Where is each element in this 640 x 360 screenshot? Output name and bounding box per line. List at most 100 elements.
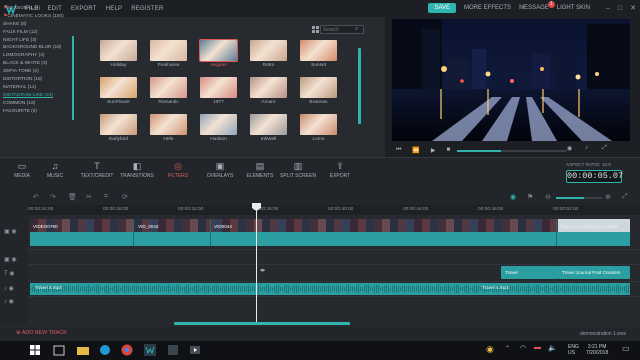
save-button[interactable]: SAVE xyxy=(428,3,457,13)
filter-item[interactable]: Lomo xyxy=(300,114,337,142)
tray-app-icon[interactable]: ◉ xyxy=(486,344,494,355)
tool-elements[interactable]: ▤ ELEMENTS xyxy=(240,161,280,179)
tool-overlays[interactable]: ▣ OVERLAYS xyxy=(200,161,240,179)
preview-progress-bar[interactable] xyxy=(457,150,567,152)
filter-item[interactable]: Sunset xyxy=(300,40,337,68)
menu-help[interactable]: HELP xyxy=(106,6,122,12)
category-item[interactable]: ⚑SEASONAL (4) xyxy=(3,5,71,13)
language-indicator[interactable]: ENG US xyxy=(568,344,579,356)
more-effects-link[interactable]: MORE EFFECTS xyxy=(464,5,511,11)
close-icon[interactable]: ✕ xyxy=(630,4,636,12)
category-item[interactable]: LOMOGRAPHY (4) xyxy=(3,52,71,60)
calendar-icon[interactable] xyxy=(52,343,66,357)
menu-register[interactable]: REGISTER xyxy=(131,6,163,12)
render-icon[interactable]: ◉ xyxy=(510,193,516,201)
category-item[interactable]: MATERIAL (11) xyxy=(3,84,71,92)
category-item[interactable]: ⚑CINEMATIC LOOKS (100) xyxy=(3,13,71,21)
message-link[interactable]: MESSAGE 1 xyxy=(519,1,555,11)
filter-item[interactable]: Holiday xyxy=(100,40,137,68)
video-clip[interactable] xyxy=(30,219,630,246)
fullscreen-icon[interactable]: ⤢ xyxy=(602,145,607,152)
filter-item[interactable]: Freshview xyxy=(150,40,187,68)
category-label: INSTAGRAM-LIKE (24) xyxy=(3,92,54,98)
filter-item[interactable]: Romantic xyxy=(150,77,187,105)
undo-icon[interactable]: ↶ xyxy=(33,193,39,201)
cut-icon[interactable]: ✂ xyxy=(86,193,92,201)
maximize-icon[interactable]: □ xyxy=(618,5,622,12)
filter-label: Retro xyxy=(262,63,275,68)
media-player-icon[interactable] xyxy=(188,343,202,357)
playhead[interactable] xyxy=(256,205,257,322)
playhead-handle-icon[interactable] xyxy=(252,203,261,211)
filter-item[interactable]: Brannan xyxy=(300,77,337,105)
timeline-scrollbar[interactable] xyxy=(174,322,350,325)
tool-transitions[interactable]: ◧ TRANSITIONS xyxy=(117,161,157,179)
library-scrollbar[interactable] xyxy=(358,48,361,124)
category-item[interactable]: SEPIA TONE (2) xyxy=(3,68,71,76)
tool-export[interactable]: ⇪ EXPORT xyxy=(320,161,360,179)
chrome-icon[interactable] xyxy=(120,343,134,357)
filter-item[interactable]: Aegean xyxy=(199,39,238,68)
category-item[interactable]: BLACK & WHITE (3) xyxy=(3,60,71,68)
delete-icon[interactable]: 🗑 xyxy=(68,193,77,201)
volume-icon[interactable]: ♪ xyxy=(585,145,588,151)
category-scrollbar[interactable] xyxy=(72,36,74,120)
zoom-out-icon[interactable]: ⊖ xyxy=(545,193,551,201)
category-item[interactable]: FAUX FILM (12) xyxy=(3,29,71,37)
menu-export[interactable]: EXPORT xyxy=(71,6,97,12)
windows-start-icon[interactable] xyxy=(28,343,42,357)
stop-icon[interactable]: ■ xyxy=(447,147,451,153)
category-item[interactable]: SHAKE (8) xyxy=(3,21,71,29)
clock[interactable]: 3:21 PM 7/20/2018 xyxy=(586,344,608,356)
category-item[interactable]: BACKGROUND BLUR (16) xyxy=(3,44,71,52)
filter-item[interactable]: Hudson xyxy=(200,114,237,142)
filter-thumbnail xyxy=(300,40,337,61)
audio-clip[interactable] xyxy=(30,283,630,295)
crop-icon[interactable]: ⌗ xyxy=(104,193,108,201)
wifi-icon[interactable]: ◠ xyxy=(520,344,526,352)
category-item[interactable]: COMMON (16) xyxy=(3,100,71,108)
zoom-in-icon[interactable]: ⊕ xyxy=(605,193,611,201)
zoom-slider[interactable] xyxy=(556,197,602,199)
redo-icon[interactable]: ↷ xyxy=(50,193,56,201)
marker-icon[interactable]: ⚑ xyxy=(527,193,533,201)
light-skin-link[interactable]: LIGHT SKIN xyxy=(557,5,590,11)
fit-icon[interactable]: ⤢ xyxy=(622,193,628,201)
skip-back-icon[interactable]: ⏮ xyxy=(396,147,401,154)
filter-item[interactable]: Retro xyxy=(250,40,287,68)
filter-item[interactable]: Earlybird xyxy=(100,114,137,142)
category-item[interactable]: NIGHT LIFE (3) xyxy=(3,37,71,45)
filmora-taskbar-icon[interactable] xyxy=(143,343,157,357)
category-item[interactable]: DISTORTION (18) xyxy=(3,76,71,84)
add-new-track-button[interactable]: ⊕ ADD NEW TRACK xyxy=(16,330,67,336)
step-back-icon[interactable]: ⏪ xyxy=(412,147,419,154)
filter-item[interactable]: InkWell xyxy=(250,114,287,142)
filter-item[interactable]: Hefe xyxy=(150,114,187,142)
tool-text-credit[interactable]: T TEXT/CREDIT xyxy=(77,161,117,179)
text-clip[interactable]: Travel Journal Post Creators xyxy=(558,266,630,279)
play-icon[interactable]: ▶ xyxy=(431,147,436,154)
text-clip[interactable]: Travel xyxy=(501,266,558,279)
filter-item[interactable]: Amaro xyxy=(250,77,287,105)
file-explorer-icon[interactable] xyxy=(76,343,90,357)
search-icon[interactable]: ⌕ xyxy=(355,26,358,33)
battery-icon[interactable]: ▬ xyxy=(534,344,541,351)
pip-track-icon: ▣ ◉ xyxy=(4,257,17,263)
speaker-icon[interactable]: 🔈 xyxy=(548,344,557,352)
filter-item[interactable]: 1977 xyxy=(200,77,237,105)
grid-view-icon[interactable] xyxy=(312,26,320,33)
snapshot-icon[interactable]: ◉ xyxy=(567,145,572,152)
filter-thumbnail xyxy=(150,77,187,98)
tray-chevron-icon[interactable]: ⌃ xyxy=(505,345,510,352)
app-taskbar-icon[interactable] xyxy=(166,343,180,357)
filter-item[interactable]: SunFlower xyxy=(100,77,137,105)
category-item[interactable]: INSTAGRAM-LIKE (24) xyxy=(3,92,71,100)
tool-filters[interactable]: ◎ FILTERS xyxy=(158,161,198,179)
tool-music[interactable]: ♫ MUSIC xyxy=(35,161,75,179)
notification-icon[interactable]: ▭ xyxy=(622,344,630,353)
minimize-icon[interactable]: – xyxy=(606,5,610,12)
rotate-icon[interactable]: ⟳ xyxy=(122,193,128,201)
skype-icon[interactable] xyxy=(98,343,112,357)
tool-split-screen[interactable]: ▥ SPLIT SCREEN xyxy=(278,161,318,179)
category-item[interactable]: FAVOURITE (0) xyxy=(3,108,71,116)
